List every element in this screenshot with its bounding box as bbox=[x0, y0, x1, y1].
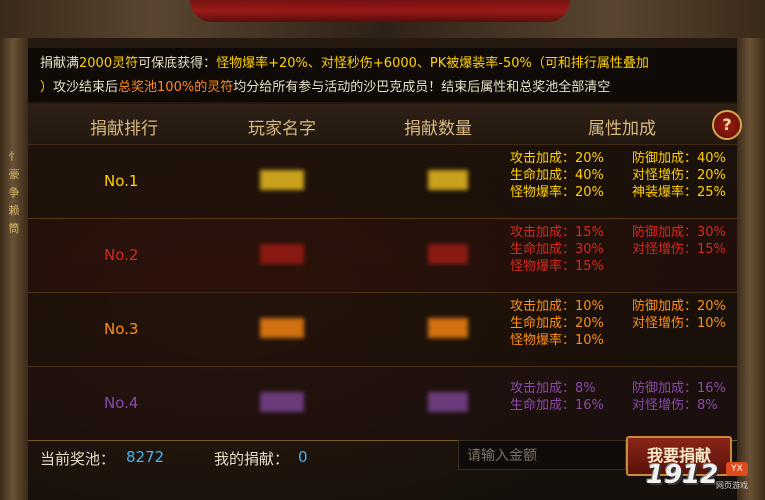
attribute-item: 神装爆率：25% bbox=[632, 185, 726, 200]
attribute-item: 生命加成：16% bbox=[510, 398, 604, 413]
donation-amount-blurred bbox=[428, 170, 468, 190]
pool-label: 当前奖池： bbox=[40, 450, 116, 468]
attribute-item: 怪物爆率：10% bbox=[510, 333, 604, 348]
notice-highlight: 怪物爆率+20%、对怪秒伤+6000、PK被爆装率-50%（可和排行属性叠加 bbox=[216, 56, 649, 71]
attribute-item: 对怪增伤：15% bbox=[632, 242, 726, 257]
game-window: 忄 豪 争 赖 筒 捐献满2000灵符可保底获得：怪物爆率+20%、对怪秒伤+6… bbox=[0, 0, 765, 500]
rank-label: No.1 bbox=[104, 172, 139, 190]
notice-highlight: ） bbox=[40, 80, 54, 95]
notice-box: 捐献满2000灵符可保底获得：怪物爆率+20%、对怪秒伤+6000、PK被爆装率… bbox=[28, 48, 737, 102]
table-row: No.3 攻击加成：10% 防御加成：20% 生命加成：20% 对怪增伤：10% 怪物爆率… bbox=[28, 292, 737, 367]
my-donation-value: 0 bbox=[298, 448, 308, 466]
attribute-item: 怪物爆率：15% bbox=[510, 259, 604, 274]
header-donation-amount: 捐献数量 bbox=[404, 119, 472, 139]
amount-input[interactable]: 请输入金额 bbox=[458, 440, 626, 470]
notice-highlight: 2000灵符 bbox=[79, 56, 139, 71]
attribute-item: 攻击加成：15% bbox=[510, 225, 604, 240]
left-rail: 忄 豪 争 赖 筒 bbox=[0, 38, 28, 500]
logo-badge: YX bbox=[726, 462, 748, 476]
attribute-item: 生命加成：20% bbox=[510, 316, 604, 331]
notice-highlight-orange: 总奖池100%的灵符 bbox=[118, 80, 234, 95]
attribute-item: 对怪增伤：10% bbox=[632, 316, 726, 331]
attribute-item: 攻击加成：20% bbox=[510, 151, 604, 166]
side-glyphs: 忄 豪 争 赖 筒 bbox=[8, 150, 20, 235]
player-name-blurred bbox=[260, 244, 304, 264]
attribute-item: 怪物爆率：20% bbox=[510, 185, 604, 200]
rank-label: No.2 bbox=[104, 246, 139, 264]
header-rank: 捐献排行 bbox=[90, 119, 158, 139]
notice-text: 攻沙结束后 bbox=[53, 80, 119, 95]
donation-amount-blurred bbox=[428, 318, 468, 338]
pool-value: 8272 bbox=[126, 448, 165, 466]
attribute-item: 防御加成：30% bbox=[632, 225, 726, 240]
attribute-item: 攻击加成：8% bbox=[510, 381, 596, 396]
table-row: No.2 攻击加成：15% 防御加成：30% 生命加成：30% 对怪增伤：15% 怪物爆率… bbox=[28, 218, 737, 293]
attribute-item: 防御加成：20% bbox=[632, 299, 726, 314]
table-row: No.1 攻击加成：20% 防御加成：40% 生命加成：40% 对怪增伤：20% 怪物爆率… bbox=[28, 144, 737, 219]
notice-text: 均分给所有参与活动的沙巴克成员！结束后属性和总奖池全部清空 bbox=[233, 80, 611, 95]
right-rail bbox=[737, 38, 765, 500]
attribute-item: 生命加成：30% bbox=[510, 242, 604, 257]
my-donation-label: 我的捐献： bbox=[214, 450, 290, 468]
attribute-item: 对怪增伤：8% bbox=[632, 398, 718, 413]
notice-text: 可保底获得： bbox=[138, 56, 217, 71]
attribute-item: 生命加成：40% bbox=[510, 168, 604, 183]
attribute-item: 攻击加成：10% bbox=[510, 299, 604, 314]
help-icon[interactable]: ? bbox=[712, 110, 742, 140]
player-name-blurred bbox=[260, 170, 304, 190]
attribute-item: 防御加成：16% bbox=[632, 381, 726, 396]
notice-text: 捐献满 bbox=[40, 56, 80, 71]
player-name-blurred bbox=[260, 392, 304, 412]
attribute-item: 防御加成：40% bbox=[632, 151, 726, 166]
top-ornament bbox=[0, 0, 765, 38]
site-logo: 1912 YX 网页游戏 bbox=[646, 460, 756, 496]
player-name-blurred bbox=[260, 318, 304, 338]
table-header: 捐献排行 玩家名字 捐献数量 属性加成 ? bbox=[28, 104, 742, 145]
logo-number: 1912 bbox=[646, 460, 719, 490]
donation-amount-blurred bbox=[428, 244, 468, 264]
header-attribute-bonus: 属性加成 bbox=[588, 119, 656, 139]
donation-amount-blurred bbox=[428, 392, 468, 412]
footer-bar: 当前奖池： 8272 我的捐献： 0 请输入金额 我要捐献 bbox=[28, 430, 737, 490]
rank-label: No.3 bbox=[104, 320, 139, 338]
attribute-item: 对怪增伤：20% bbox=[632, 168, 726, 183]
rank-label: No.4 bbox=[104, 394, 139, 412]
logo-subtitle: 网页游戏 bbox=[716, 481, 748, 490]
red-banner bbox=[190, 0, 570, 22]
header-player-name: 玩家名字 bbox=[248, 119, 316, 139]
